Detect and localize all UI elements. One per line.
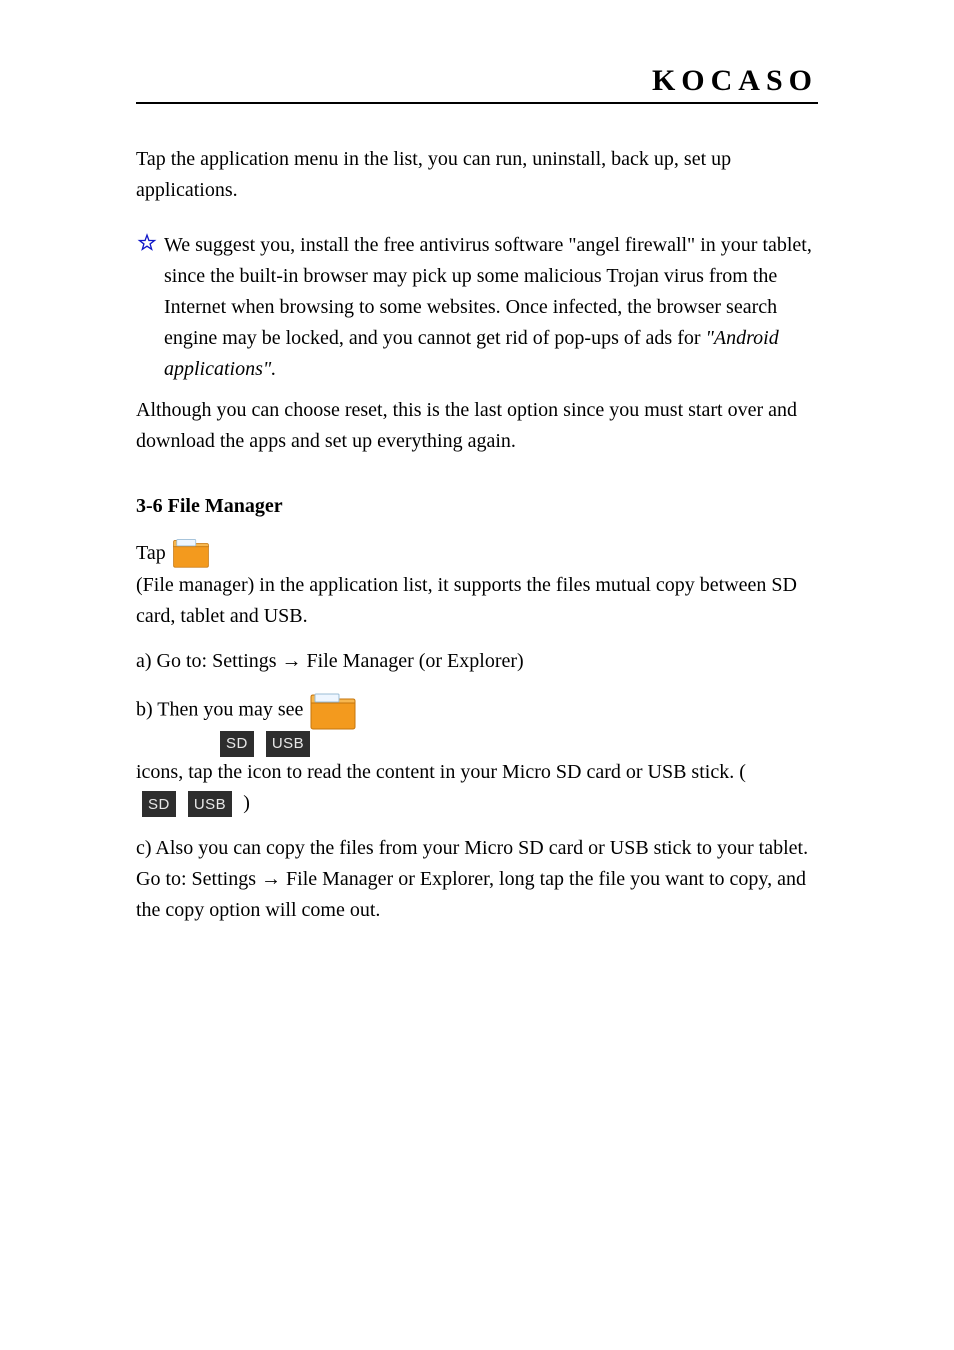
fm-step-a-suffix: File Manager (or Explorer) — [302, 650, 524, 672]
arrow-icon: → — [261, 868, 281, 890]
arrow-icon: → — [282, 650, 302, 672]
page: KOCASO Tap the application menu in the l… — [0, 0, 954, 1350]
paragraph-reset-note: Although you can choose reset, this is t… — [136, 395, 818, 457]
fm-step-b-mid: icons, tap the icon to read the content … — [136, 761, 746, 783]
folder-icon — [308, 691, 358, 731]
folder-icon — [172, 536, 210, 570]
brand-logo: KOCASO — [652, 64, 818, 98]
usb-badge: USB — [266, 731, 310, 757]
paragraph-uninstall: Tap the application menu in the list, yo… — [136, 144, 818, 206]
fm-step-b-inline: SD USB — [220, 731, 818, 757]
fm-step-b-suffix: ) — [243, 792, 250, 814]
fm-step-b-prefix: b) Then you may see — [136, 699, 308, 721]
usb-badge: USB — [188, 791, 232, 817]
sd-usb-badges: SD USB — [220, 731, 818, 757]
star-note-text: We suggest you, install the free antivir… — [164, 230, 818, 385]
sd-badge: SD — [142, 791, 176, 817]
star-note: We suggest you, install the free antivir… — [136, 230, 818, 385]
fm-step-b: b) Then you may see SD USB icons, tap th… — [136, 691, 818, 819]
file-manager-intro: Tap (File manager) in the application li… — [136, 536, 818, 632]
page-body: Tap the application menu in the list, yo… — [136, 144, 818, 926]
fm-step-c: c) Also you can copy the files from your… — [136, 833, 818, 926]
star-icon — [136, 232, 158, 254]
fm-step-a: a) Go to: Settings → File Manager (or Ex… — [136, 646, 818, 677]
page-header: KOCASO — [136, 64, 818, 104]
sd-badge: SD — [220, 731, 254, 757]
sd-usb-inline: SD USB — [142, 791, 232, 817]
section-title-file-manager: 3-6 File Manager — [136, 491, 818, 522]
fm-intro-b: (File manager) in the application list, … — [136, 570, 818, 632]
fm-intro-a: Tap — [136, 538, 166, 569]
fm-step-a-prefix: a) Go to: Settings — [136, 650, 282, 672]
